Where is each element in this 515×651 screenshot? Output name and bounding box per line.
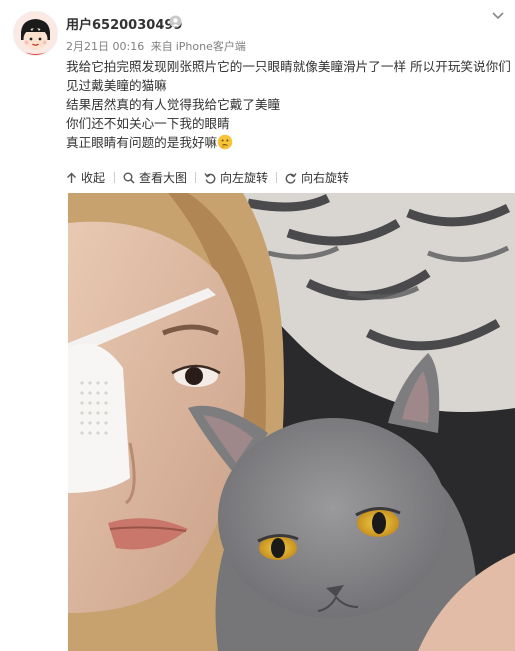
avatar[interactable] <box>14 12 57 55</box>
post-text: 我给它拍完照发现刚张照片它的一只眼睛就像美瞳滑片了一样 所以开玩笑说你们 见过戴… <box>66 57 511 152</box>
view-large-button[interactable]: 查看大图 <box>123 169 187 186</box>
post-text-line-last: 真正眼睛有问题的是我好嘛 <box>66 133 511 152</box>
thinking-emoji-icon <box>217 134 233 150</box>
username[interactable]: 用户6520030499 <box>66 14 182 33</box>
post-text-line: 见过戴美瞳的猫嘛 <box>66 78 167 93</box>
post-date[interactable]: 2月21日 00:16 <box>66 40 144 53</box>
collapse-button[interactable]: 收起 <box>66 169 105 186</box>
search-icon <box>123 172 135 184</box>
image-toolbar: 收起 查看大图 向左旋转 向右旋转 <box>66 166 511 188</box>
view-large-label: 查看大图 <box>139 171 188 185</box>
toolbar-divider <box>195 172 196 183</box>
rotate-right-label: 向右旋转 <box>301 171 350 185</box>
collapse-label: 收起 <box>81 171 106 185</box>
rotate-left-button[interactable]: 向左旋转 <box>204 169 268 186</box>
toolbar-divider <box>114 172 115 183</box>
post-text-line: 结果居然真的有人觉得我给它戴了美瞳 <box>66 97 281 112</box>
post-photo[interactable] <box>68 193 515 651</box>
post-text-line: 我给它拍完照发现刚张照片它的一只眼睛就像美瞳滑片了一样 所以开玩笑说你们 <box>66 59 511 74</box>
post-header: 用户6520030499 2月21日 00:16 来自 iPhone客户端 <box>0 0 515 62</box>
post-text-line: 你们还不如关心一下我的眼睛 <box>66 116 230 131</box>
post-source[interactable]: iPhone客户端 <box>176 40 246 53</box>
source-prefix: 来自 <box>150 40 173 53</box>
selfie-with-cat-image <box>68 193 515 651</box>
toolbar-divider <box>276 172 277 183</box>
post-meta: 2月21日 00:16 来自 iPhone客户端 <box>66 38 249 54</box>
rotate-right-button[interactable]: 向右旋转 <box>285 169 349 186</box>
avatar-image <box>14 12 57 55</box>
rotate-left-icon <box>204 172 216 184</box>
post-text-line: 真正眼睛有问题的是我好嘛 <box>66 135 218 150</box>
arrow-up-icon <box>67 172 76 183</box>
verify-badge-icon[interactable] <box>169 15 182 28</box>
rotate-left-label: 向左旋转 <box>220 171 269 185</box>
chevron-down-icon[interactable] <box>490 10 506 22</box>
rotate-right-icon <box>285 172 297 184</box>
